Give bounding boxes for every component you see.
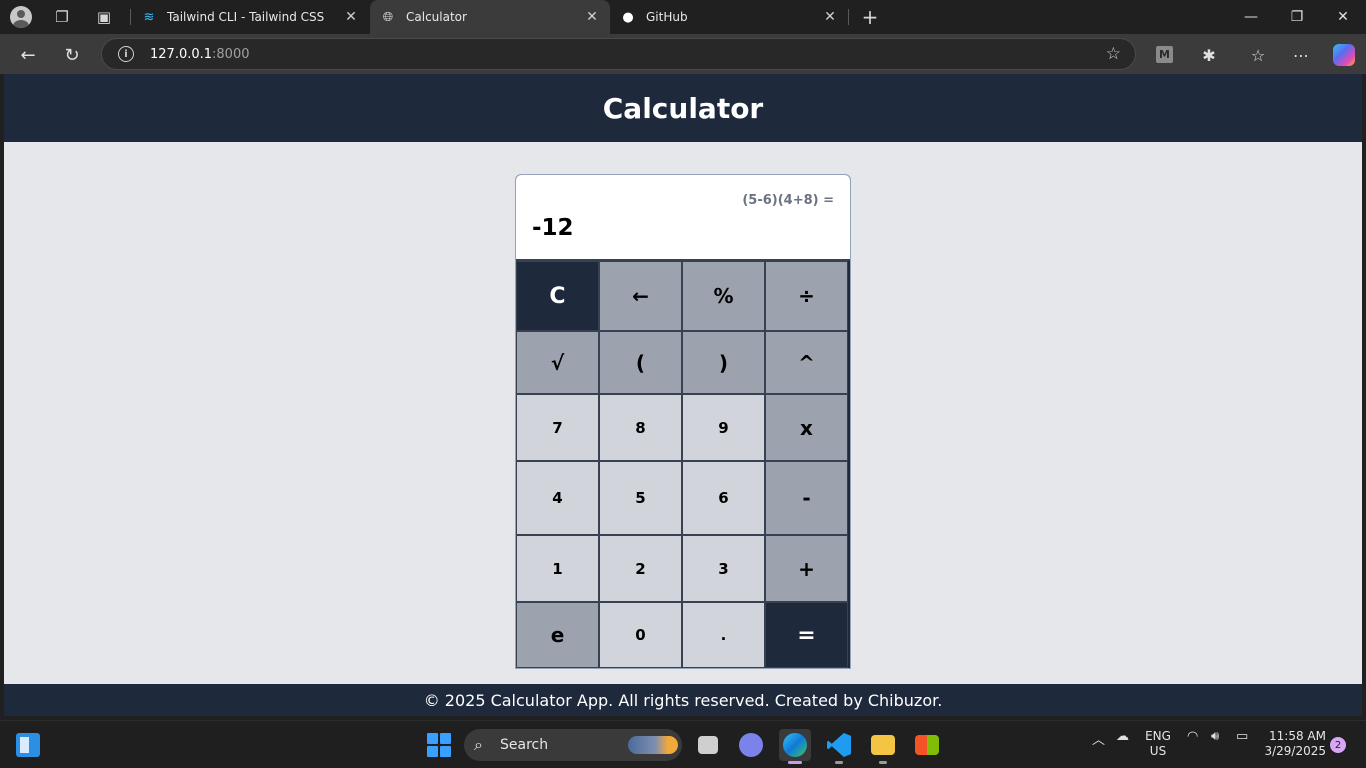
tab-tailwind[interactable]: ≋ Tailwind CLI - Tailwind CSS ✕ (131, 0, 369, 34)
search-icon: ⌕ (474, 735, 483, 754)
calc-key[interactable]: ^ (765, 331, 848, 394)
close-tab-icon[interactable]: ✕ (822, 9, 838, 25)
more-menu-icon[interactable]: ⋯ (1288, 42, 1314, 68)
calc-key[interactable]: % (682, 261, 765, 331)
calc-key[interactable]: 7 (516, 394, 599, 461)
running-indicator (879, 761, 887, 764)
running-indicator (788, 761, 802, 764)
extensions-puzzle-icon[interactable]: ✱ (1196, 42, 1222, 68)
microsoft-store-icon[interactable] (911, 729, 943, 761)
footer-text: © 2025 Calculator App. All rights reserv… (423, 690, 943, 710)
minimize-icon[interactable]: — (1236, 5, 1266, 29)
file-explorer-icon[interactable] (867, 729, 899, 764)
calc-key[interactable]: + (765, 535, 848, 602)
tab-calculator[interactable]: 🌐︎ Calculator ✕ (370, 0, 610, 34)
vertical-tabs-icon[interactable]: ▣ (92, 5, 116, 29)
refresh-icon[interactable]: ↻ (59, 42, 85, 68)
app-header: Calculator (4, 74, 1362, 142)
calc-key[interactable]: - (765, 461, 848, 535)
keypad: C ←% ÷ √() ^ 7 8 9 x 4 5 6- 1 2 3 + e 0. = (516, 261, 850, 668)
widgets-icon[interactable] (16, 733, 40, 757)
copilot-icon[interactable] (1333, 44, 1355, 66)
tab-github[interactable]: ● GitHub ✕ (610, 0, 848, 34)
tab-title: Calculator (406, 10, 467, 24)
calc-key[interactable]: 1 (516, 535, 599, 602)
search-label: Search (500, 737, 549, 753)
favorite-star-icon[interactable]: ☆ (1106, 44, 1121, 64)
browser-tab-strip: ❐ ▣ ≋ Tailwind CLI - Tailwind CSS ✕ 🌐︎ C… (0, 0, 1366, 34)
calc-key[interactable]: C (516, 261, 599, 331)
url-text[interactable]: 127.0.0.1:8000 (150, 47, 250, 62)
edge-browser-icon[interactable] (779, 729, 811, 764)
battery-icon[interactable]: ▭ (1236, 729, 1248, 744)
running-indicator (835, 761, 843, 764)
calc-key[interactable]: = (765, 602, 848, 668)
calc-key[interactable]: 2 (599, 535, 682, 602)
calc-key[interactable]: 6 (682, 461, 765, 535)
language-code: ENG (1145, 729, 1171, 743)
result-text: -12 (532, 215, 574, 241)
calc-key[interactable]: 0 (599, 602, 682, 668)
url-port: :8000 (212, 47, 250, 62)
calc-key[interactable]: 3 (682, 535, 765, 602)
start-windows-icon[interactable] (427, 733, 451, 757)
clock-date: 3/29/2025 (1264, 744, 1326, 758)
search-highlight-icon (628, 736, 678, 754)
address-bar[interactable]: i 127.0.0.1:8000 ☆ (101, 38, 1136, 70)
profile-avatar-icon[interactable] (10, 6, 32, 28)
globe-icon: 🌐︎ (382, 9, 394, 25)
calc-key[interactable]: 5 (599, 461, 682, 535)
task-view-icon[interactable] (692, 729, 724, 761)
calc-key[interactable]: 9 (682, 394, 765, 461)
calculator-display: (5-6)(4+8) = -12 (516, 175, 850, 261)
taskbar: ⌕ Search ︿ ☁ ENG US ◠ 🔊︎ ▭ 11:58 AM 3/29… (0, 720, 1366, 768)
page-viewport: Calculator (5-6)(4+8) = -12 C ←% ÷ √() ^ 7 8 9 x… (4, 74, 1362, 716)
calc-key[interactable]: x (765, 394, 848, 461)
language-indicator[interactable]: ENG US (1143, 729, 1173, 759)
calc-key[interactable]: 8 (599, 394, 682, 461)
close-window-icon[interactable]: ✕ (1328, 5, 1358, 29)
calc-key[interactable]: 4 (516, 461, 599, 535)
browser-toolbar: ← ↻ i 127.0.0.1:8000 ☆ M ✱ ☆ ⋯ (0, 34, 1366, 74)
calc-key[interactable]: ( (599, 331, 682, 394)
expression-text: (5-6)(4+8) = (742, 193, 834, 208)
site-info-icon[interactable]: i (118, 46, 134, 62)
tab-separator (848, 9, 849, 25)
restore-icon[interactable]: ❐ (1282, 5, 1312, 29)
new-tab-icon[interactable]: + (858, 5, 882, 29)
region-code: US (1149, 744, 1167, 758)
url-host: 127.0.0.1 (150, 47, 213, 62)
clock[interactable]: 11:58 AM 3/29/2025 (1262, 729, 1326, 759)
tab-title: GitHub (646, 10, 688, 24)
close-tab-icon[interactable]: ✕ (584, 9, 600, 25)
volume-icon[interactable]: 🔊︎ (1211, 729, 1219, 744)
calc-key[interactable]: e (516, 602, 599, 668)
app-footer: © 2025 Calculator App. All rights reserv… (4, 684, 1362, 716)
taskbar-search[interactable]: ⌕ Search (464, 729, 682, 761)
calc-key[interactable]: ← (599, 261, 682, 331)
calc-key[interactable]: ÷ (765, 261, 848, 331)
workspaces-icon[interactable]: ❐ (50, 5, 74, 29)
show-hidden-icons-icon[interactable]: ︿ (1092, 729, 1105, 748)
favorites-icon[interactable]: ☆ (1245, 42, 1271, 68)
tab-title: Tailwind CLI - Tailwind CSS (167, 10, 325, 24)
back-arrow-icon[interactable]: ← (15, 42, 41, 68)
clock-time: 11:58 AM (1269, 729, 1326, 743)
wifi-icon[interactable]: ◠ (1187, 729, 1198, 744)
vscode-icon[interactable] (823, 729, 855, 764)
github-icon: ● (622, 9, 634, 25)
calc-key[interactable]: √ (516, 331, 599, 394)
extension-m-icon[interactable]: M (1156, 46, 1173, 63)
calc-key[interactable]: . (682, 602, 765, 668)
tailwind-icon: ≋ (143, 9, 155, 25)
notification-badge[interactable]: 2 (1330, 737, 1346, 753)
calculator: (5-6)(4+8) = -12 C ←% ÷ √() ^ 7 8 9 x 4 5 6-1 2 3 + e 0.… (515, 174, 851, 669)
cloud-sync-icon[interactable]: ☁ (1116, 729, 1129, 744)
page-title: Calculator (602, 91, 764, 125)
teams-chat-icon[interactable] (735, 729, 767, 761)
close-tab-icon[interactable]: ✕ (343, 9, 359, 25)
calc-key[interactable]: ) (682, 331, 765, 394)
